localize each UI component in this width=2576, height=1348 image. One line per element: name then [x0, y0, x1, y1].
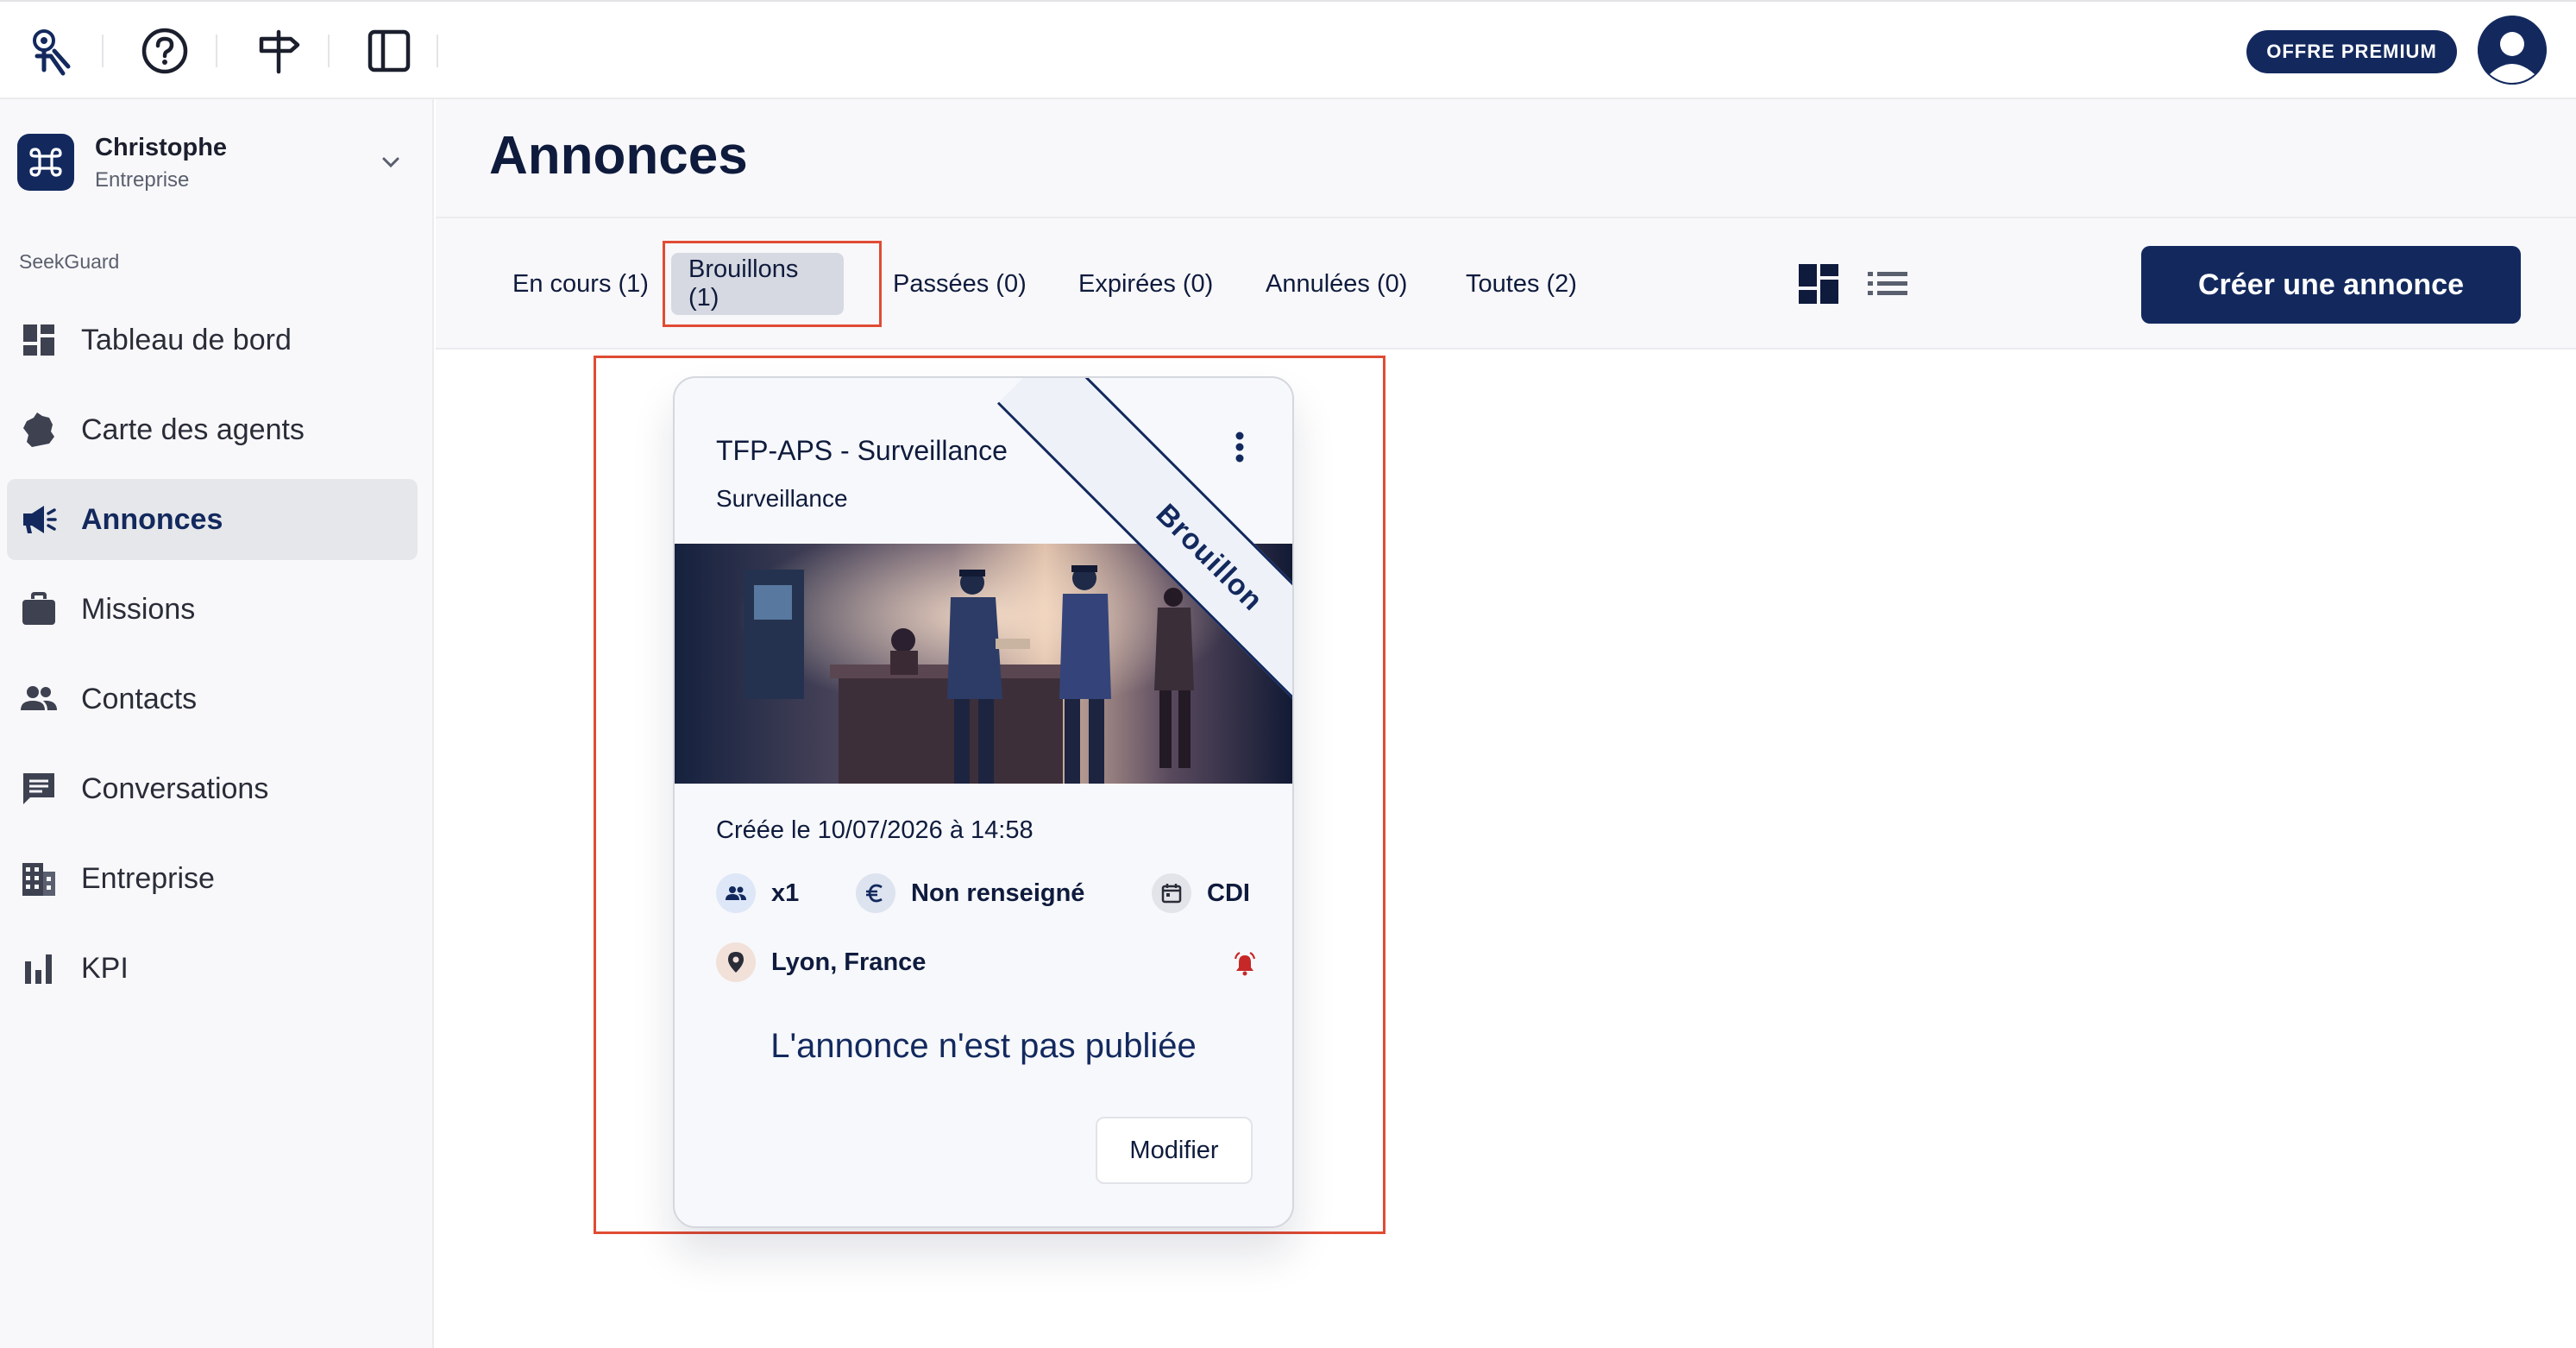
sidebar-item-label: Annonces [81, 502, 223, 536]
positions-meta: x1 [716, 873, 799, 913]
sidebar-item-annonces[interactable]: Annonces [7, 479, 418, 560]
tab-en-cours[interactable]: En cours (1) [495, 253, 666, 315]
bar-chart-icon [19, 948, 59, 988]
positions-value: x1 [771, 879, 800, 907]
avatar[interactable] [2478, 16, 2547, 85]
create-listing-button[interactable]: Créer une annonce [2141, 246, 2521, 324]
more-vertical-icon[interactable] [1227, 426, 1253, 469]
sidebar-nav: Tableau de bord Carte des agents Annonce… [7, 299, 418, 1017]
list-view-icon[interactable] [1862, 258, 1913, 310]
sidebar-toggle-icon[interactable] [361, 22, 418, 79]
location-pin-icon [716, 942, 756, 982]
sidebar-item-contacts[interactable]: Contacts [7, 658, 418, 740]
divider [102, 35, 104, 67]
tab-annulees[interactable]: Annulées (0) [1248, 253, 1424, 315]
divider [437, 35, 438, 67]
sidebar-item-label: Conversations [81, 772, 269, 805]
section-label: SeekGuard [19, 250, 120, 273]
org-switcher[interactable]: Christophe Entreprise [17, 125, 414, 211]
card-subtitle: Surveillance [716, 485, 848, 512]
contract-meta: CDI [1152, 873, 1250, 913]
sidebar-item-label: KPI [81, 951, 129, 985]
logo-icon[interactable] [22, 22, 79, 79]
page-header: Annonces [436, 99, 2576, 218]
campaign-icon [19, 500, 59, 539]
sidebar-item-conversations[interactable]: Conversations [7, 748, 418, 829]
france-map-icon [19, 410, 59, 450]
divider [216, 35, 217, 67]
publication-status: L'annonce n'est pas publiée [770, 1027, 1197, 1065]
sidebar-item-label: Contacts [81, 682, 198, 715]
divider [328, 35, 330, 67]
tabs-bar: En cours (1) Brouillons (1) Passées (0) … [436, 218, 2576, 350]
dashboard-icon [19, 320, 59, 360]
signpost-icon[interactable] [250, 22, 307, 79]
sidebar-item-label: Entreprise [81, 861, 215, 895]
command-icon [17, 134, 74, 191]
org-type: Entreprise [95, 168, 190, 192]
people-icon [716, 873, 756, 913]
grid-view-icon[interactable] [1793, 258, 1844, 310]
help-icon[interactable] [136, 22, 193, 79]
sidebar-item-label: Missions [81, 592, 196, 626]
people-icon [19, 679, 59, 719]
page-title: Annonces [489, 126, 748, 186]
chevron-down-icon[interactable] [378, 149, 404, 180]
calendar-icon [1152, 873, 1191, 913]
salary-value: Non renseigné [911, 879, 1085, 907]
location-meta: Lyon, France [716, 942, 926, 982]
sidebar-item-label: Carte des agents [81, 413, 305, 446]
chat-icon [19, 769, 59, 809]
tab-passees[interactable]: Passées (0) [876, 253, 1044, 315]
premium-offer-button[interactable]: OFFRE PREMIUM [2246, 30, 2457, 73]
alarm-icon [1232, 951, 1258, 981]
modify-button[interactable]: Modifier [1096, 1117, 1253, 1184]
sidebar-item-entreprise[interactable]: Entreprise [7, 838, 418, 919]
building-icon [19, 859, 59, 898]
sidebar-item-missions[interactable]: Missions [7, 569, 418, 650]
contract-value: CDI [1207, 879, 1250, 907]
org-name: Christophe [95, 134, 228, 161]
sidebar-item-kpi[interactable]: KPI [7, 928, 418, 1009]
sidebar-item-label: Tableau de bord [81, 323, 292, 356]
created-date: Créée le 10/07/2026 à 14:58 [716, 816, 1034, 844]
location-value: Lyon, France [771, 948, 927, 976]
card-title: TFP-APS - Surveillance [716, 435, 1008, 466]
tab-expirees[interactable]: Expirées (0) [1061, 253, 1230, 315]
tab-highlight-box [663, 241, 882, 327]
sidebar-item-carte-des-agents[interactable]: Carte des agents [7, 389, 418, 470]
euro-icon [856, 873, 895, 913]
listing-card[interactable]: TFP-APS - Surveillance Surveillance Brou… [673, 376, 1294, 1228]
tab-toutes[interactable]: Toutes (2) [1448, 253, 1594, 315]
top-bar: OFFRE PREMIUM [0, 0, 2576, 99]
salary-meta: Non renseigné [856, 873, 1084, 913]
sidebar: Christophe Entreprise SeekGuard Tableau … [0, 99, 434, 1348]
briefcase-icon [19, 589, 59, 629]
sidebar-item-tableau-de-bord[interactable]: Tableau de bord [7, 299, 418, 381]
